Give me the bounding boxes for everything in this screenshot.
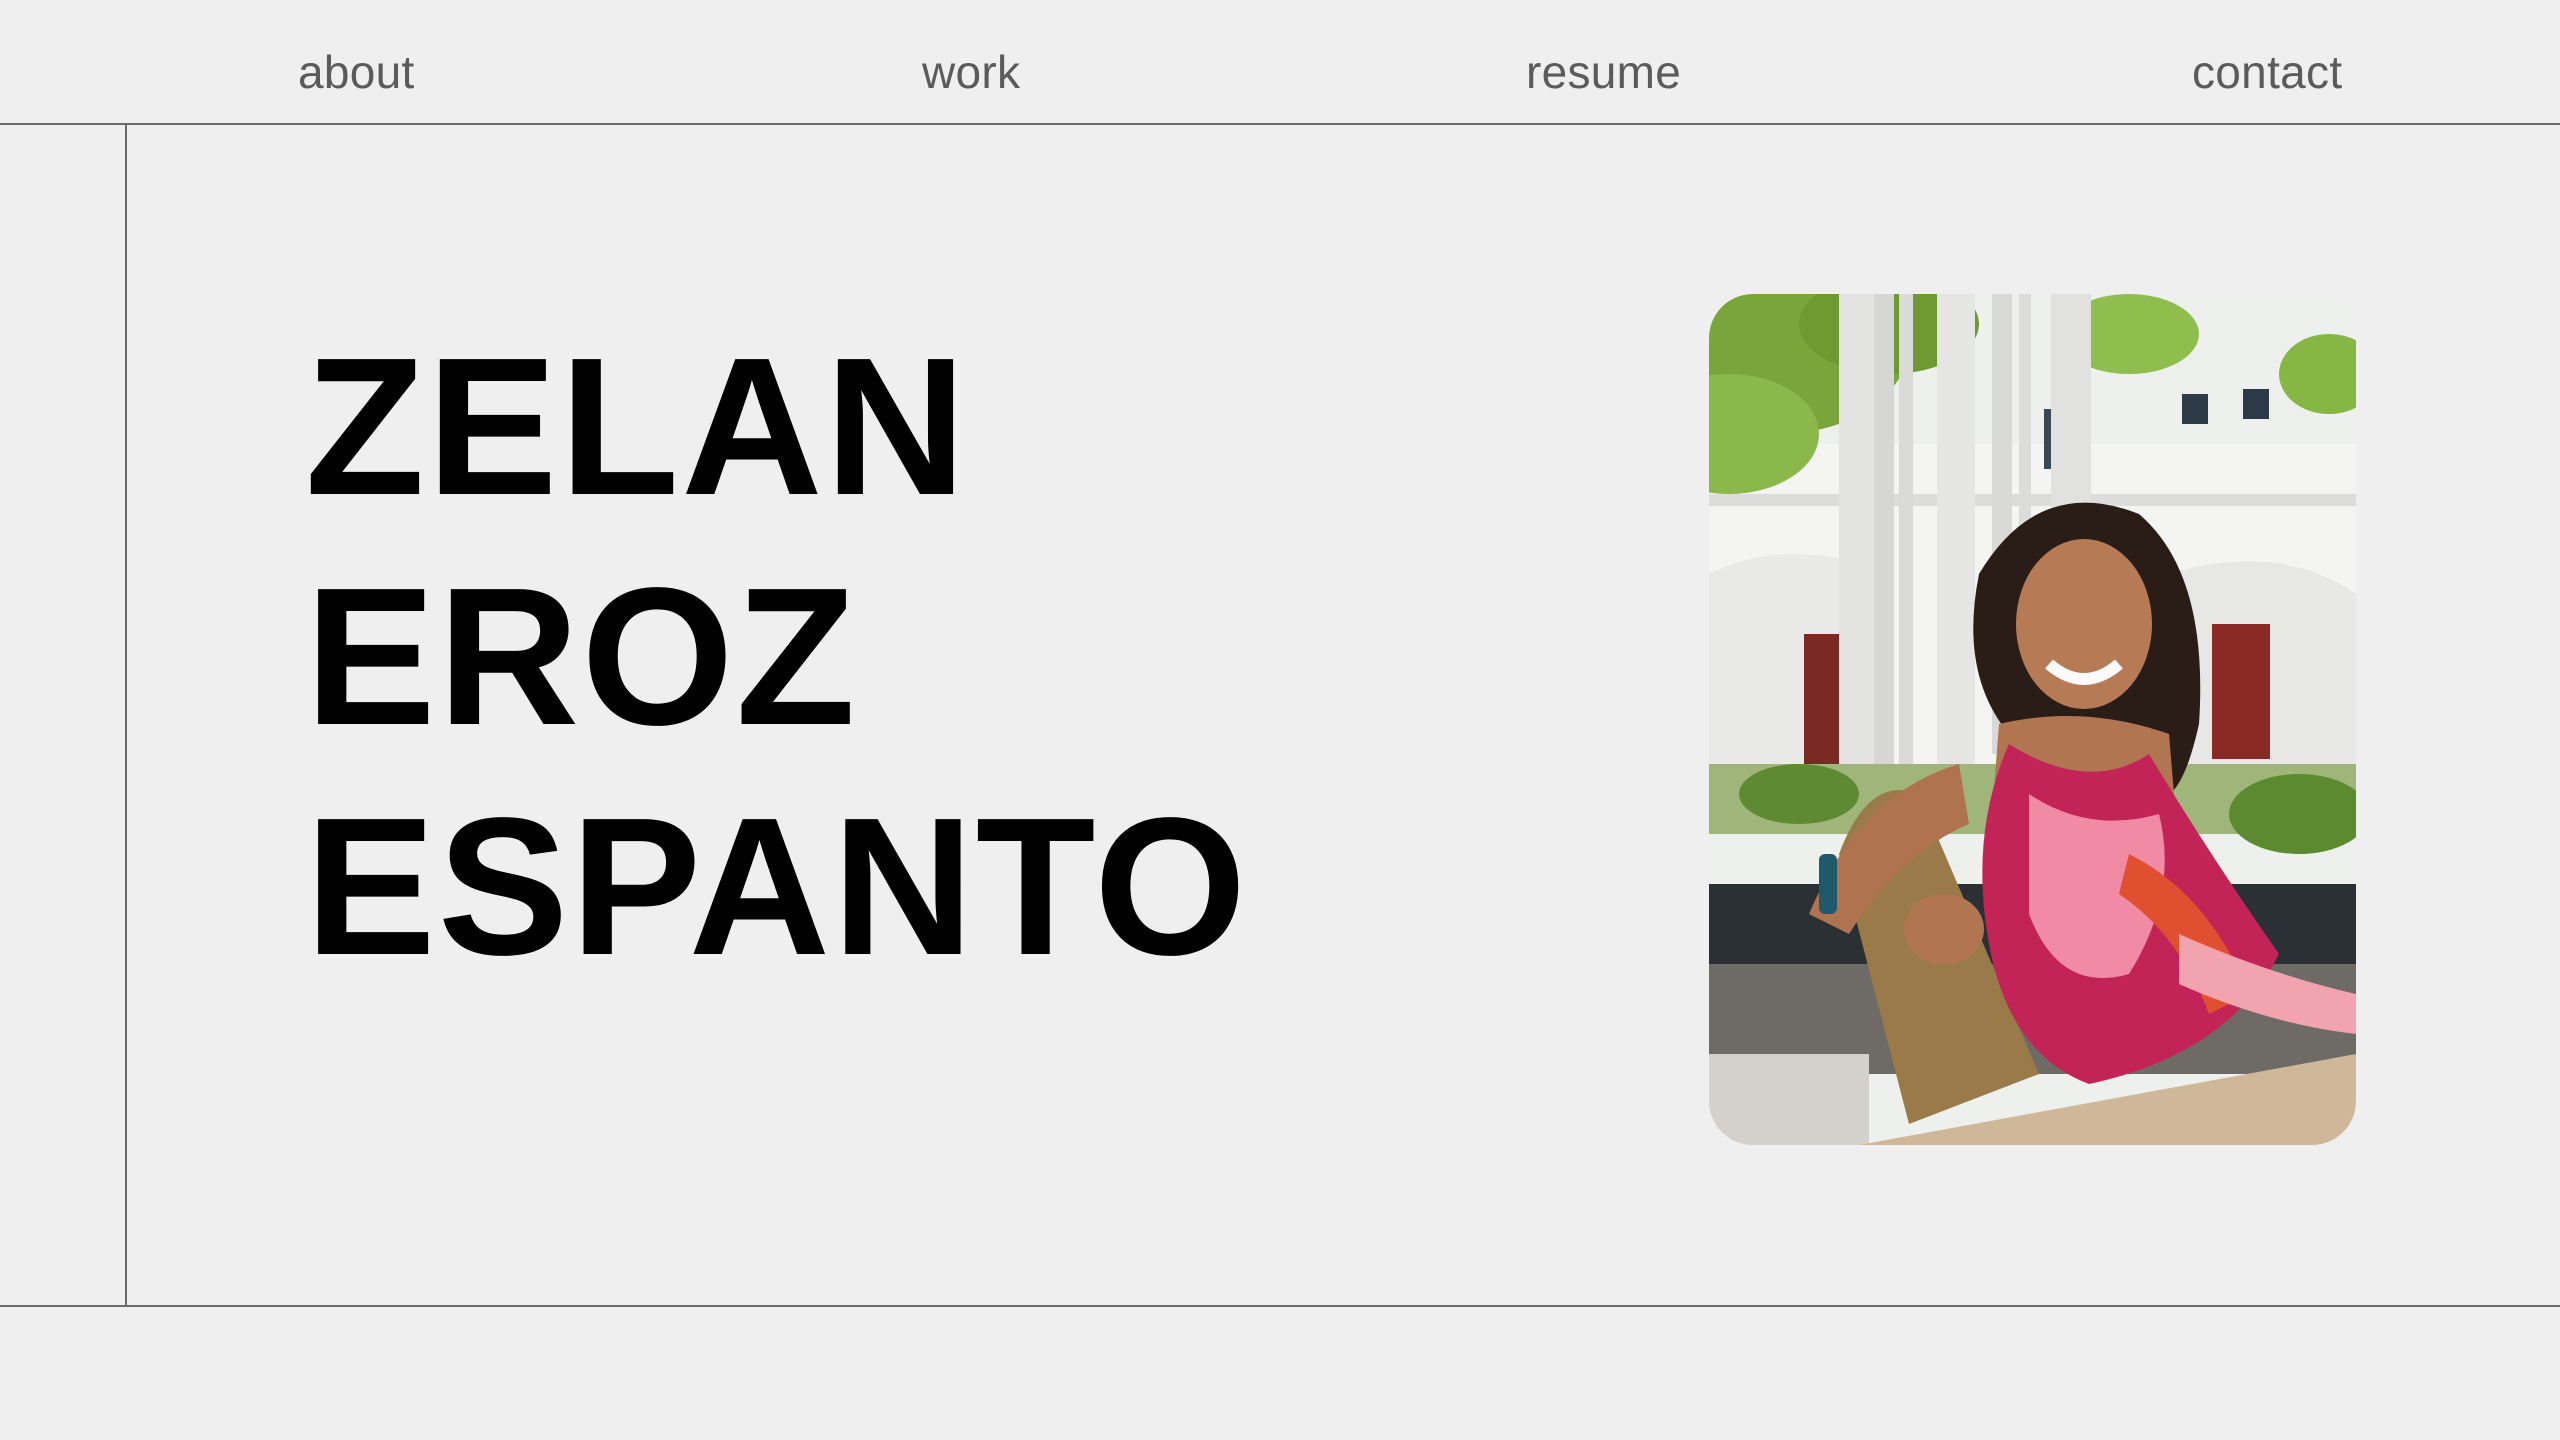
left-divider	[125, 124, 127, 1306]
hero-name-line1: ZELAN	[305, 317, 969, 536]
hero-name-line3: ESPANTO	[305, 777, 1249, 996]
nav-resume-link[interactable]: resume	[1526, 42, 1681, 102]
top-divider	[0, 123, 2560, 125]
hero-name-line2: EROZ	[305, 547, 858, 766]
nav-work-link[interactable]: work	[922, 42, 1020, 102]
profile-photo	[1709, 294, 2356, 1145]
portfolio-page: about work resume contact ZELAN EROZ ESP…	[0, 0, 2560, 1440]
hero-name: ZELAN EROZ ESPANTO	[305, 312, 1248, 1002]
nav-contact-link[interactable]: contact	[2192, 42, 2342, 102]
nav-about-link[interactable]: about	[298, 42, 415, 102]
top-nav: about work resume contact	[0, 0, 2560, 124]
bottom-divider	[0, 1305, 2560, 1307]
